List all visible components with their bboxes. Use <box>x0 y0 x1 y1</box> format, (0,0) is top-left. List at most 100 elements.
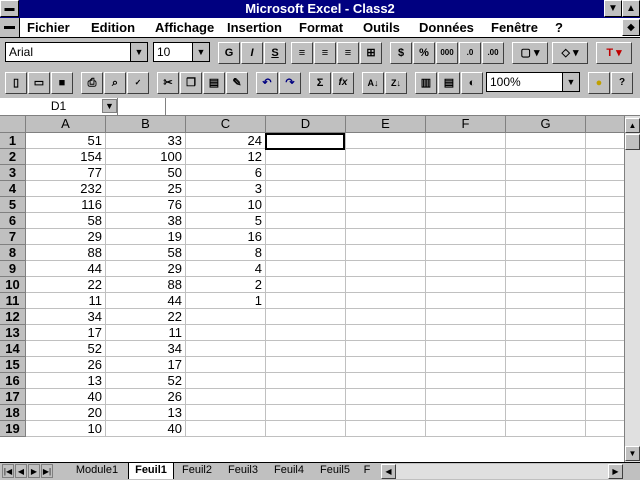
save-icon[interactable]: ■ <box>51 72 73 94</box>
cell-c[interactable]: 3 <box>186 181 266 197</box>
cell-f[interactable] <box>426 405 506 421</box>
cell-h[interactable] <box>586 405 624 421</box>
row-header[interactable]: 15 <box>0 357 26 373</box>
open-folder-icon[interactable]: ▭ <box>28 72 50 94</box>
cell-f[interactable] <box>426 261 506 277</box>
cell-b[interactable]: 22 <box>106 309 186 325</box>
cell-f[interactable] <box>426 197 506 213</box>
merge-center-icon[interactable]: ⊞ <box>360 42 382 64</box>
select-all-corner[interactable] <box>0 116 26 133</box>
row-header[interactable]: 7 <box>0 229 26 245</box>
cell-b[interactable]: 52 <box>106 373 186 389</box>
row-header[interactable]: 8 <box>0 245 26 261</box>
cell-d[interactable] <box>266 149 346 165</box>
cell-d[interactable] <box>266 261 346 277</box>
cell-h[interactable] <box>586 277 624 293</box>
cell-f[interactable] <box>426 309 506 325</box>
cell-b[interactable]: 34 <box>106 341 186 357</box>
print-preview-icon[interactable]: ⌕ <box>104 72 126 94</box>
cell-f[interactable] <box>426 389 506 405</box>
fill-color-icon[interactable]: ◇ ▾ <box>552 42 588 64</box>
prev-sheet-icon[interactable]: ◀ <box>15 464 27 478</box>
row-header[interactable]: 18 <box>0 405 26 421</box>
cell-h[interactable] <box>586 341 624 357</box>
drawing-icon[interactable]: ◐ <box>461 72 483 94</box>
cell-b[interactable]: 38 <box>106 213 186 229</box>
cell-c[interactable]: 4 <box>186 261 266 277</box>
vertical-scrollbar[interactable]: ▲ ▼ <box>624 116 640 462</box>
column-header-c[interactable]: C <box>186 116 266 133</box>
cell-g[interactable] <box>506 197 586 213</box>
cell-g[interactable] <box>506 421 586 437</box>
scroll-up-icon[interactable]: ▲ <box>625 118 640 133</box>
function-wizard-icon[interactable]: fx <box>332 72 354 94</box>
cell-e[interactable] <box>346 149 426 165</box>
cell-e[interactable] <box>346 325 426 341</box>
cell-e[interactable] <box>346 229 426 245</box>
row-header[interactable]: 16 <box>0 373 26 389</box>
name-box[interactable]: D1 ▼ <box>0 98 118 115</box>
menu-fichier[interactable]: Fichier <box>27 20 70 35</box>
cell-g[interactable] <box>506 245 586 261</box>
cell-c[interactable] <box>186 421 266 437</box>
cell-f[interactable] <box>426 229 506 245</box>
cell-d[interactable] <box>266 277 346 293</box>
cell-h[interactable] <box>586 213 624 229</box>
cell-c[interactable]: 24 <box>186 133 266 149</box>
cell-b[interactable]: 26 <box>106 389 186 405</box>
cell-c[interactable] <box>186 309 266 325</box>
cell-c[interactable]: 10 <box>186 197 266 213</box>
align-right-icon[interactable]: ≡ <box>337 42 359 64</box>
cell-h[interactable] <box>586 421 624 437</box>
cell-h[interactable] <box>586 133 624 149</box>
cell-a[interactable]: 10 <box>26 421 106 437</box>
cell-f[interactable] <box>426 277 506 293</box>
menu-insertion[interactable]: Insertion <box>227 20 282 35</box>
cell-a[interactable]: 11 <box>26 293 106 309</box>
cell-g[interactable] <box>506 229 586 245</box>
row-header[interactable]: 4 <box>0 181 26 197</box>
cell-d[interactable] <box>266 181 346 197</box>
cell-b[interactable]: 33 <box>106 133 186 149</box>
cell-g[interactable] <box>506 293 586 309</box>
cell-a[interactable]: 34 <box>26 309 106 325</box>
cell-c[interactable] <box>186 341 266 357</box>
cell-a[interactable]: 26 <box>26 357 106 373</box>
align-left-icon[interactable]: ≡ <box>291 42 313 64</box>
row-header[interactable]: 11 <box>0 293 26 309</box>
column-header-f[interactable]: F <box>426 116 506 133</box>
menu-fenetre[interactable]: Fenêtre <box>491 20 538 35</box>
cell-f[interactable] <box>426 133 506 149</box>
first-sheet-icon[interactable]: |◀ <box>2 464 14 478</box>
cell-f[interactable] <box>426 149 506 165</box>
cell-g[interactable] <box>506 149 586 165</box>
menu-help[interactable]: ? <box>555 20 563 35</box>
tab-feuil1[interactable]: Feuil1 <box>128 463 174 479</box>
cell-c[interactable] <box>186 389 266 405</box>
increase-decimal-icon[interactable]: .0 <box>459 42 481 64</box>
cell-h[interactable] <box>586 197 624 213</box>
borders-icon[interactable]: ▢ ▾ <box>512 42 548 64</box>
cell-d[interactable] <box>266 341 346 357</box>
cell-e[interactable] <box>346 293 426 309</box>
cell-h[interactable] <box>586 245 624 261</box>
cell-f[interactable] <box>426 245 506 261</box>
cell-f[interactable] <box>426 165 506 181</box>
cell-a[interactable]: 232 <box>26 181 106 197</box>
thousands-icon[interactable]: 000 <box>436 42 458 64</box>
cell-g[interactable] <box>506 261 586 277</box>
cell-d[interactable] <box>266 357 346 373</box>
cell-a[interactable]: 154 <box>26 149 106 165</box>
cell-f[interactable] <box>426 325 506 341</box>
menu-affichage[interactable]: Affichage <box>155 20 214 35</box>
column-header-b[interactable]: B <box>106 116 186 133</box>
paste-icon[interactable]: ▤ <box>203 72 225 94</box>
row-header[interactable]: 14 <box>0 341 26 357</box>
cell-a[interactable]: 44 <box>26 261 106 277</box>
row-header[interactable]: 12 <box>0 309 26 325</box>
cell-g[interactable] <box>506 325 586 341</box>
cell-b[interactable]: 13 <box>106 405 186 421</box>
font-size-box[interactable]: 10 ▼ <box>153 42 210 62</box>
cell-h[interactable] <box>586 373 624 389</box>
row-header[interactable]: 9 <box>0 261 26 277</box>
